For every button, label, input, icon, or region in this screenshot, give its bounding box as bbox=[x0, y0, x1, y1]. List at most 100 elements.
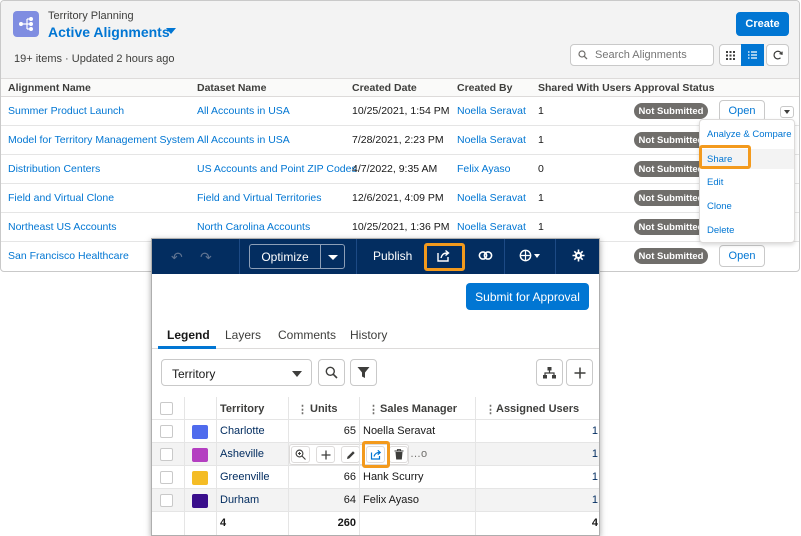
territory-color-swatch[interactable] bbox=[192, 425, 208, 439]
created-by-link[interactable]: Noella Seravat bbox=[457, 134, 526, 146]
column-header[interactable]: Approval Status bbox=[634, 82, 715, 94]
hierarchy-icon bbox=[543, 366, 556, 378]
territory-link[interactable]: Charlotte bbox=[220, 425, 265, 437]
assigned-users[interactable]: 1 bbox=[572, 448, 598, 460]
open-button[interactable]: Open bbox=[719, 245, 765, 267]
created-by-link[interactable]: Noella Seravat bbox=[457, 221, 526, 233]
search-button[interactable] bbox=[318, 359, 345, 386]
share-callout-highlight bbox=[699, 145, 751, 169]
territory-link[interactable]: Durham bbox=[220, 494, 259, 506]
publish-button[interactable]: Publish bbox=[373, 249, 412, 263]
drag-handle-icon[interactable]: ⋮ bbox=[297, 403, 308, 416]
dataset-link[interactable]: Field and Virtual Territories bbox=[197, 192, 322, 204]
territory-link[interactable]: Greenville bbox=[220, 471, 270, 483]
settings-icon[interactable] bbox=[572, 249, 585, 265]
object-label: Territory Planning bbox=[48, 10, 134, 22]
legend-type-select[interactable]: Territory bbox=[161, 359, 312, 386]
column-header[interactable]: Sales Manager bbox=[380, 403, 457, 415]
shared-count: 1 bbox=[538, 105, 544, 117]
territory-color-swatch[interactable] bbox=[192, 448, 208, 462]
alignment-name-link[interactable]: Model for Territory Management System bbox=[8, 134, 195, 146]
column-divider bbox=[216, 397, 217, 535]
dataset-link[interactable]: North Carolina Accounts bbox=[197, 221, 310, 233]
column-header[interactable]: Assigned Users bbox=[496, 403, 579, 415]
submit-for-approval-button[interactable]: Submit for Approval bbox=[466, 283, 589, 310]
alignment-name-link[interactable]: Field and Virtual Clone bbox=[8, 192, 114, 204]
column-header[interactable]: Alignment Name bbox=[8, 82, 91, 94]
undo-icon[interactable]: ↶ bbox=[171, 249, 183, 266]
alignment-name-link[interactable]: San Francisco Healthcare bbox=[8, 250, 129, 262]
zoom-in-icon[interactable] bbox=[291, 446, 310, 463]
search-icon bbox=[578, 50, 588, 60]
tab-legend[interactable]: Legend bbox=[167, 328, 210, 342]
menu-item-clone[interactable]: Clone bbox=[707, 201, 732, 212]
refresh-button[interactable] bbox=[766, 44, 789, 66]
row-checkbox[interactable] bbox=[160, 494, 173, 507]
row-checkbox[interactable] bbox=[160, 448, 173, 461]
column-header[interactable]: Shared With Users bbox=[538, 82, 631, 94]
drag-handle-icon[interactable]: ⋮ bbox=[485, 403, 496, 416]
list-view-title[interactable]: Active Alignments bbox=[48, 24, 170, 40]
list-view-button[interactable] bbox=[741, 44, 764, 66]
column-header[interactable]: Dataset Name bbox=[197, 82, 266, 94]
grid-view-button[interactable] bbox=[719, 44, 742, 66]
optimize-button[interactable]: Optimize bbox=[249, 244, 320, 269]
sales-manager: …o bbox=[410, 448, 428, 460]
assigned-users[interactable]: 1 bbox=[572, 471, 598, 483]
hierarchy-button[interactable] bbox=[536, 359, 563, 386]
plus-icon bbox=[574, 367, 585, 378]
column-header[interactable]: Units bbox=[310, 403, 338, 415]
territory-color-swatch[interactable] bbox=[192, 471, 208, 485]
created-date: 7/28/2021, 2:23 PM bbox=[352, 134, 444, 146]
dataset-link[interactable]: All Accounts in USA bbox=[197, 105, 290, 117]
drag-handle-icon[interactable]: ⋮ bbox=[368, 403, 379, 416]
territory-color-swatch[interactable] bbox=[192, 494, 208, 508]
menu-item-delete[interactable]: Delete bbox=[707, 225, 734, 236]
tab-comments[interactable]: Comments bbox=[278, 328, 336, 342]
created-by-link[interactable]: Noella Seravat bbox=[457, 192, 526, 204]
row-checkbox[interactable] bbox=[160, 425, 173, 438]
create-button[interactable]: Create bbox=[736, 12, 789, 36]
link-icon[interactable] bbox=[478, 250, 493, 264]
assigned-users[interactable]: 1 bbox=[572, 425, 598, 437]
alignment-name-link[interactable]: Distribution Centers bbox=[8, 163, 100, 175]
menu-item-analyze-compare[interactable]: Analyze & Compare bbox=[707, 129, 791, 140]
column-header[interactable]: Territory bbox=[220, 403, 264, 415]
list-header: Territory Planning Active Alignments 19+… bbox=[1, 1, 799, 79]
alignment-name-link[interactable]: Summer Product Launch bbox=[8, 105, 124, 117]
created-by-link[interactable]: Felix Ayaso bbox=[457, 163, 511, 175]
territory-link[interactable]: Asheville bbox=[220, 448, 264, 460]
row-actions-menu-button[interactable] bbox=[780, 106, 794, 118]
alignment-name-link[interactable]: Northeast US Accounts bbox=[8, 221, 117, 233]
column-header[interactable]: Created By bbox=[457, 82, 512, 94]
globe-icon[interactable] bbox=[519, 249, 541, 265]
chevron-down-icon[interactable] bbox=[166, 28, 176, 34]
plus-icon[interactable] bbox=[316, 446, 335, 463]
created-by-link[interactable]: Noella Seravat bbox=[457, 105, 526, 117]
shared-count: 1 bbox=[538, 192, 544, 204]
units-value: 64 bbox=[343, 494, 356, 506]
tab-history[interactable]: History bbox=[350, 328, 387, 342]
optimize-menu-button[interactable] bbox=[320, 244, 345, 269]
column-header[interactable]: Created Date bbox=[352, 82, 417, 94]
search-box[interactable] bbox=[570, 44, 714, 66]
column-divider bbox=[359, 397, 360, 535]
tab-layers[interactable]: Layers bbox=[225, 328, 261, 342]
dataset-link[interactable]: US Accounts and Point ZIP Codes bbox=[197, 163, 357, 175]
menu-item-edit[interactable]: Edit bbox=[707, 177, 723, 188]
dataset-link[interactable]: All Accounts in USA bbox=[197, 134, 290, 146]
units-value: 65 bbox=[343, 425, 356, 437]
add-button[interactable] bbox=[566, 359, 593, 386]
row-checkbox[interactable] bbox=[160, 471, 173, 484]
status-badge: Not Submitted bbox=[634, 103, 708, 119]
filter-button[interactable] bbox=[350, 359, 377, 386]
edit-pencil-icon[interactable] bbox=[341, 446, 360, 463]
editor-toolbar: ↶ ↷ Optimize Publish bbox=[152, 239, 599, 274]
select-all-checkbox[interactable] bbox=[160, 402, 173, 415]
table-row: Model for Territory Management System Al… bbox=[1, 126, 799, 155]
redo-icon[interactable]: ↷ bbox=[200, 249, 212, 266]
assigned-users[interactable]: 1 bbox=[572, 494, 598, 506]
delete-icon[interactable] bbox=[389, 446, 408, 463]
search-input[interactable] bbox=[593, 47, 711, 63]
table-row: Summer Product Launch All Accounts in US… bbox=[1, 97, 799, 126]
